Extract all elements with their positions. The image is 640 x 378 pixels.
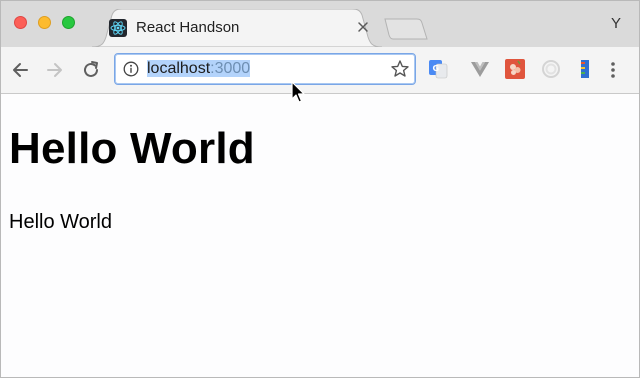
tab-title: React Handson [136, 19, 240, 36]
browser-window: React Handson Y localhost:3000 G Hello W… [0, 0, 640, 378]
ruler-extension-icon[interactable] [575, 59, 595, 79]
react-logo-icon [109, 19, 127, 37]
url-host: localhost [147, 60, 211, 77]
tab-strip: React Handson Y [1, 1, 639, 47]
url-text[interactable]: localhost:3000 [147, 59, 251, 79]
mouse-cursor-icon [291, 81, 307, 105]
kebab-menu-icon[interactable] [606, 59, 620, 81]
forward-arrow-icon[interactable] [44, 59, 66, 81]
page-paragraph: Hello World [9, 211, 112, 233]
toolbar: localhost:3000 G [1, 47, 639, 94]
translate-icon[interactable]: G [428, 59, 448, 79]
info-icon[interactable] [123, 61, 139, 77]
url-port: :3000 [210, 60, 251, 77]
grape-extension-icon[interactable] [505, 59, 525, 79]
window-maximize-button[interactable] [62, 16, 75, 29]
profile-initial[interactable]: Y [611, 15, 621, 32]
reload-icon[interactable] [80, 59, 102, 81]
address-bar[interactable]: localhost:3000 [114, 53, 416, 85]
tab-close-icon[interactable] [356, 20, 370, 34]
svg-text:G: G [433, 64, 440, 73]
page-content: Hello World Hello World [1, 94, 639, 378]
new-tab-button[interactable] [383, 17, 429, 46]
star-icon[interactable] [390, 59, 410, 79]
window-close-button[interactable] [14, 16, 27, 29]
tab-react-handson[interactable]: React Handson [92, 9, 382, 47]
circle-extension-icon[interactable] [541, 59, 561, 79]
vue-devtools-icon[interactable] [470, 59, 490, 79]
window-minimize-button[interactable] [38, 16, 51, 29]
back-arrow-icon[interactable] [9, 59, 31, 81]
page-heading: Hello World [9, 124, 255, 173]
